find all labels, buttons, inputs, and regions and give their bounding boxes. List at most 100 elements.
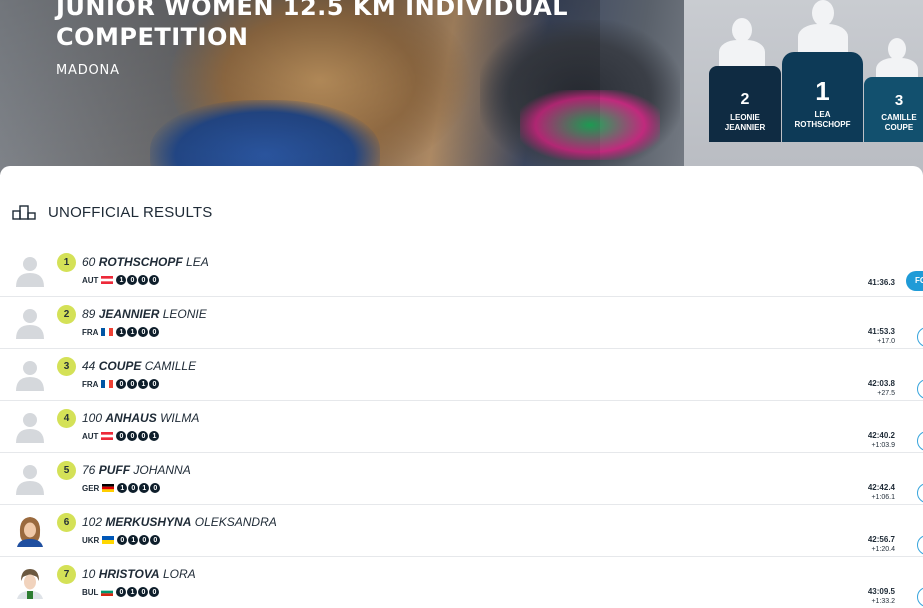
finish-time: 42:40.2	[867, 431, 895, 440]
athlete-last-name: MERKUSHYNA	[105, 515, 192, 529]
athlete-avatar[interactable]	[13, 409, 47, 443]
result-time: 41:36.3	[868, 278, 895, 288]
shooting-bout: 1	[127, 327, 138, 337]
results-list: 1 60 ROTHSCHOPF LEA AUT 1 0 0 0 41:36.3 FO 2 89 JE…	[0, 245, 923, 608]
bib-number: 60	[82, 255, 96, 269]
nation-shooting-line: BUL 0 1 0 0	[82, 587, 160, 597]
time-behind: +1:20.4	[871, 546, 895, 553]
podium-icon	[12, 205, 36, 220]
result-row[interactable]: 6 102 MERKUSHYNA OLEKSANDRA UKR 0 1 0 0 42:56.7…	[0, 505, 923, 557]
bib-number: 44	[82, 359, 96, 373]
shooting-bout: 0	[139, 535, 150, 545]
result-row[interactable]: 5 76 PUFF JOHANNA GER 1 0 1 0 42:42.4 +1:06.1	[0, 453, 923, 505]
shooting-bout: 0	[138, 587, 149, 597]
athlete-first-name: WILMA	[160, 411, 200, 425]
time-behind: +1:33.2	[871, 598, 895, 605]
shooting-bout: 1	[116, 275, 127, 285]
result-time: 42:40.2 +1:03.9	[868, 431, 895, 450]
follow-button[interactable]: FO	[906, 271, 923, 291]
result-row[interactable]: 1 60 ROTHSCHOPF LEA AUT 1 0 0 0 41:36.3 FO	[0, 245, 923, 297]
athlete-avatar[interactable]	[13, 357, 47, 391]
result-row[interactable]: 3 44 COUPE CAMILLE FRA 0 0 1 0 42:03.8 +27.5	[0, 349, 923, 401]
shooting-bout: 1	[127, 587, 138, 597]
podium-step-2[interactable]: 2 LEONIE JEANNIER	[709, 66, 781, 142]
rank-badge: 2	[57, 305, 76, 324]
podium-step-1[interactable]: 1 LEA ROTHSCHOPF	[782, 52, 863, 142]
shooting-bout: 1	[149, 431, 160, 441]
athlete-name-link[interactable]: 60 ROTHSCHOPF LEA	[82, 255, 209, 269]
aut-flag-icon	[101, 276, 114, 284]
follow-circle-button[interactable]	[917, 327, 923, 347]
athlete-avatar[interactable]	[13, 253, 47, 287]
athlete-first-name: CAMILLE	[144, 359, 197, 373]
athlete-name-link[interactable]: 100 ANHAUS WILMA	[82, 411, 199, 425]
result-time: 42:03.8 +27.5	[868, 379, 895, 398]
results-header: UNOFFICIAL RESULTS	[12, 202, 212, 222]
athlete-name-link[interactable]: 102 MERKUSHYNA OLEKSANDRA	[82, 515, 277, 529]
shooting-bout: 0	[149, 327, 160, 337]
follow-circle-button[interactable]	[917, 587, 923, 607]
shooting-bout: 0	[149, 587, 160, 597]
shooting-bout: 0	[138, 327, 149, 337]
athlete-name-link[interactable]: 44 COUPE CAMILLE	[82, 359, 196, 373]
shooting-bout: 0	[128, 483, 139, 493]
result-row[interactable]: 4 100 ANHAUS WILMA AUT 0 0 0 1 42:40.2 +1:03.9	[0, 401, 923, 453]
nation-shooting-line: AUT 0 0 0 1	[82, 431, 160, 441]
nation-code: AUT	[82, 431, 99, 441]
shooting-bout: 0	[116, 587, 127, 597]
athlete-name-link[interactable]: 76 PUFF JOHANNA	[82, 463, 191, 477]
finish-time: 43:09.5	[867, 587, 895, 596]
rank-badge: 3	[57, 357, 76, 376]
podium-rank: 3	[894, 92, 904, 109]
finish-time: 42:42.4	[867, 483, 895, 492]
finish-time: 42:03.8	[867, 379, 895, 388]
nation-shooting-line: FRA 0 0 1 0	[82, 379, 160, 389]
shooting-bout: 1	[116, 327, 127, 337]
podium-first-name: LEA	[814, 110, 831, 119]
athlete-avatar[interactable]	[13, 461, 47, 495]
athlete-first-name: OLEKSANDRA	[194, 515, 277, 529]
athlete-avatar[interactable]	[13, 305, 47, 339]
time-behind: +1:03.9	[871, 442, 895, 449]
follow-circle-button[interactable]	[917, 431, 923, 451]
athlete-last-name: COUPE	[98, 359, 142, 373]
competition-title: JUNIOR WOMEN 12.5 KM INDIVIDUAL COMPETIT…	[56, 0, 569, 51]
podium-first-name: CAMILLE	[881, 113, 917, 122]
nation-code: FRA	[82, 327, 99, 337]
result-row[interactable]: 2 89 JEANNIER LEONIE FRA 1 1 0 0 41:53.3 +17.0	[0, 297, 923, 349]
podium: 2 LEONIE JEANNIER 1 LEA ROTHSCHOPF 3 CAM…	[684, 0, 923, 175]
follow-circle-button[interactable]	[917, 379, 923, 399]
time-behind: +17.0	[877, 338, 895, 345]
shooting-bout: 1	[117, 483, 128, 493]
bib-number: 76	[82, 463, 96, 477]
shooting-bout: 0	[127, 275, 138, 285]
athlete-avatar[interactable]	[13, 513, 47, 547]
bib-number: 102	[82, 515, 103, 529]
nation-code: AUT	[82, 275, 99, 285]
follow-circle-button[interactable]	[917, 483, 923, 503]
ukr-flag-icon	[102, 536, 115, 544]
nation-shooting-line: UKR 0 1 0 0	[82, 535, 161, 545]
athlete-last-name: ANHAUS	[105, 411, 157, 425]
follow-circle-button[interactable]	[917, 535, 923, 555]
athlete-last-name: JEANNIER	[98, 307, 160, 321]
nation-code: UKR	[82, 535, 100, 545]
result-time: 42:42.4 +1:06.1	[868, 483, 895, 502]
podium-step-3[interactable]: 3 CAMILLE COUPE	[864, 77, 923, 142]
athlete-last-name: PUFF	[98, 463, 131, 477]
time-behind: +27.5	[877, 390, 895, 397]
finish-time: 41:36.3	[867, 278, 895, 287]
bib-number: 100	[82, 411, 103, 425]
nation-code: FRA	[82, 379, 99, 389]
shooting-bout: 0	[116, 379, 127, 389]
shooting-bout: 1	[128, 535, 139, 545]
rank-badge: 1	[57, 253, 76, 272]
athlete-first-name: LORA	[162, 567, 196, 581]
athlete-name-link[interactable]: 89 JEANNIER LEONIE	[82, 307, 207, 321]
shooting-bout: 0	[127, 431, 138, 441]
result-row[interactable]: 7 10 HRISTOVA LORA BUL 0 1 0 0 43:09.5 +1:33.2	[0, 557, 923, 608]
athlete-avatar[interactable]	[13, 565, 47, 599]
athlete-name-link[interactable]: 10 HRISTOVA LORA	[82, 567, 196, 581]
shooting-bout: 0	[138, 431, 149, 441]
athlete-first-name: LEA	[186, 255, 209, 269]
